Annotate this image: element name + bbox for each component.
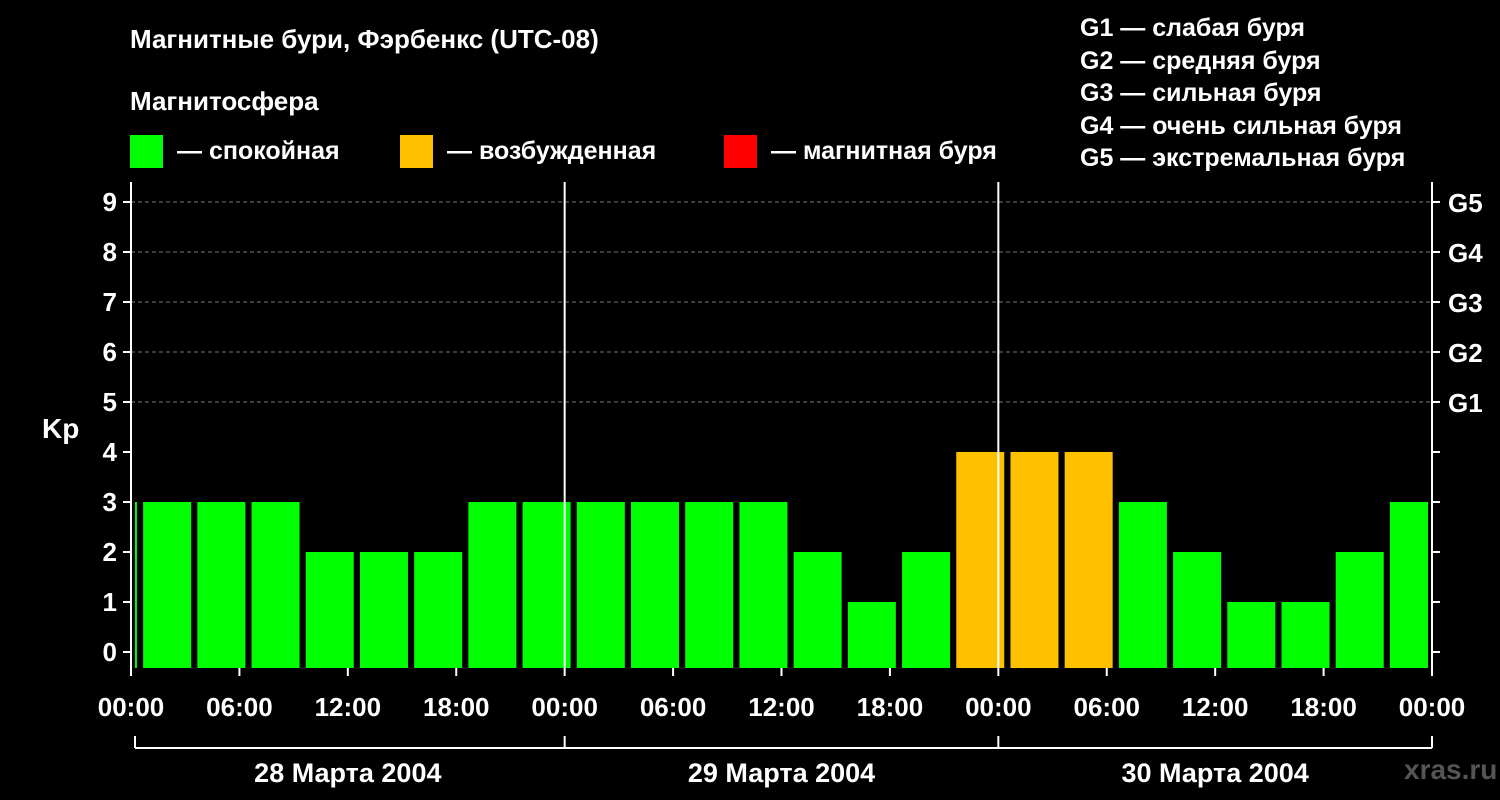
x-tick-label: 00:00 xyxy=(1399,692,1466,722)
y-tick-label: 0 xyxy=(103,637,117,667)
day-label: 29 Марта 2004 xyxy=(688,758,875,788)
y-tick-label: 9 xyxy=(103,187,117,217)
x-tick-label: 06:00 xyxy=(206,692,273,722)
y-tick-label: 5 xyxy=(103,387,117,417)
day-label: 28 Марта 2004 xyxy=(254,758,441,788)
kp-bar xyxy=(1335,552,1384,668)
kp-bar xyxy=(902,552,951,668)
kp-bar xyxy=(468,502,517,668)
g-level-label: G1 xyxy=(1448,388,1483,418)
kp-bar xyxy=(1227,602,1276,668)
kp-bar xyxy=(631,502,680,668)
kp-bar xyxy=(1118,502,1167,668)
kp-bar xyxy=(251,502,300,668)
y-tick-label: 1 xyxy=(103,587,117,617)
kp-bar xyxy=(197,502,246,668)
x-tick-label: 18:00 xyxy=(423,692,490,722)
x-tick-label: 06:00 xyxy=(640,692,707,722)
y-tick-label: 7 xyxy=(103,287,117,317)
x-tick-label: 00:00 xyxy=(531,692,598,722)
x-tick-label: 18:00 xyxy=(857,692,924,722)
y-tick-label: 6 xyxy=(103,337,117,367)
g-level-label: G5 xyxy=(1448,188,1483,218)
x-tick-label: 00:00 xyxy=(965,692,1032,722)
g-level-label: G4 xyxy=(1448,238,1483,268)
kp-bar xyxy=(956,452,1005,668)
y-tick-label: 2 xyxy=(103,537,117,567)
kp-chart: 0 1 2 3 4 5 6 7 8 9 G1 G2 G3 G4 G5 Kp 00:00 06:00 12:00 18:… xyxy=(42,182,1483,788)
kp-bar xyxy=(135,502,137,668)
kp-bar xyxy=(1173,552,1222,668)
y-tick-label: 4 xyxy=(103,437,118,467)
x-tick-label: 12:00 xyxy=(748,692,815,722)
y-axis-label: Kp xyxy=(42,413,79,444)
x-tick-label: 18:00 xyxy=(1290,692,1357,722)
kp-bar xyxy=(143,502,192,668)
g-level-label: G3 xyxy=(1448,288,1483,318)
day-label: 30 Марта 2004 xyxy=(1122,758,1309,788)
x-tick-label: 00:00 xyxy=(98,692,165,722)
kp-bar xyxy=(685,502,734,668)
kp-bar xyxy=(1010,452,1059,668)
kp-bar xyxy=(1281,602,1330,668)
x-tick-label: 12:00 xyxy=(315,692,382,722)
x-tick-label: 12:00 xyxy=(1182,692,1249,722)
y-tick-label: 8 xyxy=(103,237,117,267)
kp-bar xyxy=(414,552,463,668)
kp-bar xyxy=(739,502,788,668)
kp-bar xyxy=(793,552,842,668)
kp-bar xyxy=(847,602,896,668)
g-level-label: G2 xyxy=(1448,338,1483,368)
kp-bar xyxy=(1064,452,1113,668)
watermark: xras.ru xyxy=(1404,754,1498,785)
kp-bar xyxy=(359,552,408,668)
kp-bar xyxy=(576,502,625,668)
kp-bar xyxy=(1389,502,1428,668)
kp-bar xyxy=(522,502,571,668)
y-tick-label: 3 xyxy=(103,487,117,517)
kp-bar xyxy=(305,552,354,668)
x-tick-label: 06:00 xyxy=(1074,692,1141,722)
